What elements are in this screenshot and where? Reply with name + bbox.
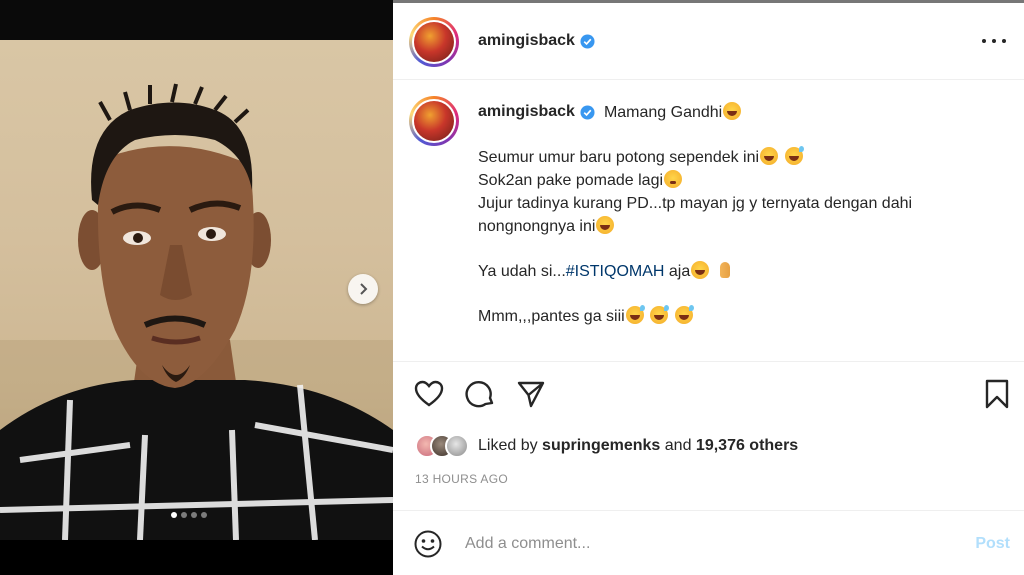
caption-line-text: aja <box>668 263 691 280</box>
media-top-strip <box>0 0 393 40</box>
caption-line-text: Ya udah si... <box>478 263 566 280</box>
hashtag-link[interactable]: #ISTIQOMAH <box>566 263 665 280</box>
dot-icon <box>1002 39 1006 43</box>
caption-line: nongnongnya ini <box>478 215 998 238</box>
caption-area: amingisback Mamang Gandhi Seumur umur ba… <box>393 80 1024 362</box>
liker-username-link[interactable]: supringemenks <box>542 437 660 454</box>
caption-line: Jujur tadinya kurang PD...tp mayan jg y … <box>478 192 998 215</box>
likes-joiner: and <box>664 437 692 454</box>
media-bottom-strip <box>0 540 393 575</box>
liker-avatars <box>415 434 469 458</box>
sweat-smile-emoji-icon <box>625 305 645 324</box>
sweat-smile-emoji-icon <box>650 305 670 324</box>
praying-hands-emoji-icon <box>716 261 734 279</box>
carousel-dot <box>191 512 197 518</box>
carousel-dot <box>181 512 187 518</box>
post-media <box>0 0 393 575</box>
grinning-emoji-icon <box>691 261 710 279</box>
share-icon[interactable] <box>515 378 547 410</box>
post-details-panel: amingisback amingisback Mamang Gandhi Se… <box>393 0 1024 575</box>
dot-icon <box>992 39 996 43</box>
caption-username[interactable]: amingisback <box>478 103 575 121</box>
post-timestamp[interactable]: 13 HOURS AGO <box>415 472 508 486</box>
caption-line-text: Sok2an pake pomade lagi <box>478 172 664 189</box>
comment-input[interactable] <box>465 531 945 557</box>
caption-line-text: nongnongnya ini <box>478 218 596 235</box>
grinning-emoji-icon <box>596 216 615 234</box>
caption-line-text: Mmm,,,pantes ga siii <box>478 308 625 325</box>
carousel-dot <box>201 512 207 518</box>
likes-text: Liked by supringemenks and 19,376 others <box>478 437 798 455</box>
verified-badge-icon <box>580 33 595 49</box>
author-avatar[interactable] <box>409 17 459 67</box>
caption-line: Ya udah si...#ISTIQOMAH aja <box>478 260 998 283</box>
emoji-picker-icon[interactable] <box>413 529 443 559</box>
grinning-emoji-icon <box>723 102 742 120</box>
caption-line: Mmm,,,pantes ga siii <box>478 305 998 328</box>
carousel-dot-active <box>171 512 177 518</box>
dot-icon <box>982 39 986 43</box>
grinning-emoji-icon <box>760 147 779 165</box>
post-photo[interactable] <box>0 40 393 540</box>
carousel-indicator <box>171 512 207 518</box>
selfie-illustration <box>0 83 393 540</box>
bookmark-icon[interactable] <box>981 378 1013 410</box>
caption-line: Sok2an pake pomade lagi <box>478 169 998 192</box>
caption-author-avatar[interactable] <box>409 96 459 146</box>
comment-icon[interactable] <box>465 378 497 410</box>
pleading-emoji-icon <box>664 170 683 188</box>
heart-icon[interactable] <box>413 378 445 410</box>
caption-body: Seumur umur baru potong sependek ini Sok… <box>478 146 998 328</box>
caption-line: Seumur umur baru potong sependek ini <box>478 146 998 169</box>
comment-bar: Post <box>393 510 1024 575</box>
more-options-button[interactable] <box>982 31 1006 51</box>
likes-prefix: Liked by <box>478 437 538 454</box>
sweat-smile-emoji-icon <box>784 146 804 165</box>
caption-line-text: Jujur tadinya kurang PD...tp mayan jg y … <box>478 195 913 212</box>
avatar[interactable] <box>445 434 469 458</box>
caption-line-text: Seumur umur baru potong sependek ini <box>478 149 760 166</box>
post-header: amingisback <box>393 3 1024 80</box>
post-actions <box>393 362 1024 432</box>
carousel-next-button[interactable] <box>348 274 378 304</box>
verified-badge-icon <box>580 104 595 120</box>
chevron-right-icon <box>360 283 368 295</box>
author-username[interactable]: amingisback <box>478 32 575 50</box>
sweat-smile-emoji-icon <box>674 305 694 324</box>
caption-header: amingisback Mamang Gandhi <box>478 102 742 122</box>
post-comment-button[interactable]: Post <box>975 535 1010 553</box>
caption-title-text: Mamang Gandhi <box>603 104 723 121</box>
likes-row: Liked by supringemenks and 19,376 others <box>415 432 798 460</box>
caption-title: Mamang Gandhi <box>604 102 742 122</box>
likes-others-link[interactable]: 19,376 others <box>696 437 798 454</box>
author-username-link[interactable]: amingisback <box>478 32 595 50</box>
